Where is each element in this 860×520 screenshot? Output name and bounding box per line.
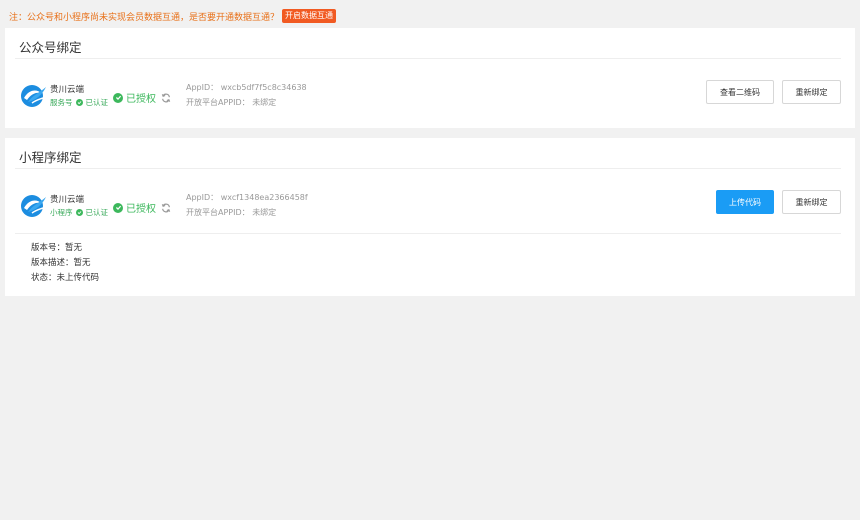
appid-value: wxcf1348ea2366458f <box>220 193 308 202</box>
enable-data-interop-button[interactable]: 开启数据互通 <box>282 9 337 23</box>
divider <box>15 168 841 169</box>
version-row: 版本号：暂无 <box>31 241 99 256</box>
version-label: 版本号： <box>31 243 66 253</box>
rebind-official-account-button[interactable]: 重新绑定 <box>782 80 841 104</box>
mini-program-card: 小程序绑定 贵川云端 小程序 已认证 已授权 AppID： wxcf1348ea… <box>5 138 855 296</box>
cloud-logo-icon <box>21 85 46 107</box>
official-account-title: 公众号绑定 <box>19 40 82 55</box>
account-name: 贵川云端 <box>50 85 85 95</box>
refresh-icon[interactable] <box>161 93 171 103</box>
status-value: 未上传代码 <box>56 273 100 283</box>
official-account-card: 公众号绑定 贵川云端 服务号 已认证 已授权 AppID： wxcb5df7f5… <box>5 28 855 128</box>
certified-label: 已认证 <box>85 98 109 107</box>
rebind-mini-program-button[interactable]: 重新绑定 <box>782 190 841 214</box>
status-label: 状态： <box>31 273 57 283</box>
mini-program-title: 小程序绑定 <box>19 150 82 165</box>
status-row: 状态：未上传代码 <box>31 271 99 286</box>
official-account-info: 贵川云端 服务号 已认证 <box>19 83 108 108</box>
version-value: 暂无 <box>65 243 83 253</box>
auth-status-label: 已授权 <box>126 204 156 215</box>
open-platform-value: 未绑定 <box>252 98 277 107</box>
refresh-icon[interactable] <box>161 203 171 213</box>
upload-code-button[interactable]: 上传代码 <box>716 190 774 214</box>
appid-label: AppID： <box>186 193 219 202</box>
account-type: 小程序 <box>50 208 73 217</box>
authorized-check-icon <box>113 202 123 213</box>
open-platform-value: 未绑定 <box>252 208 277 217</box>
open-platform-label: 开放平台APPID： <box>186 208 250 217</box>
certified-label: 已认证 <box>85 208 109 217</box>
description-value: 暂无 <box>73 258 91 268</box>
certified-check-icon <box>75 209 83 216</box>
view-qrcode-button[interactable]: 查看二维码 <box>706 80 774 104</box>
data-interop-notice: 注：公众号和小程序尚未实现会员数据互通，是否要开通数据互通？ 开启数据互通 <box>9 9 337 23</box>
description-row: 版本描述：暂无 <box>31 256 99 271</box>
open-platform-label: 开放平台APPID： <box>186 98 250 107</box>
cloud-logo-icon <box>21 195 46 217</box>
auth-status: 已授权 <box>113 90 171 105</box>
auth-status: 已授权 <box>113 200 171 215</box>
description-label: 版本描述： <box>31 258 74 268</box>
version-details: 版本号：暂无 版本描述：暂无 状态：未上传代码 <box>31 241 99 286</box>
appid-value: wxcb5df7f5c8c34638 <box>220 83 307 92</box>
appid-label: AppID： <box>186 83 219 92</box>
official-account-meta: AppID： wxcb5df7f5c8c34638 开放平台APPID： 未绑定 <box>186 80 307 110</box>
certified-check-icon <box>75 99 83 106</box>
authorized-check-icon <box>113 92 123 103</box>
mini-program-meta: AppID： wxcf1348ea2366458f 开放平台APPID： 未绑定 <box>186 190 308 220</box>
divider <box>15 233 841 234</box>
mini-program-info: 贵川云端 小程序 已认证 <box>19 193 108 218</box>
notice-text: 注：公众号和小程序尚未实现会员数据互通，是否要开通数据互通？ <box>9 12 280 23</box>
account-name: 贵川云端 <box>50 195 85 205</box>
auth-status-label: 已授权 <box>126 94 156 105</box>
account-type: 服务号 <box>50 98 73 107</box>
divider <box>15 58 841 59</box>
